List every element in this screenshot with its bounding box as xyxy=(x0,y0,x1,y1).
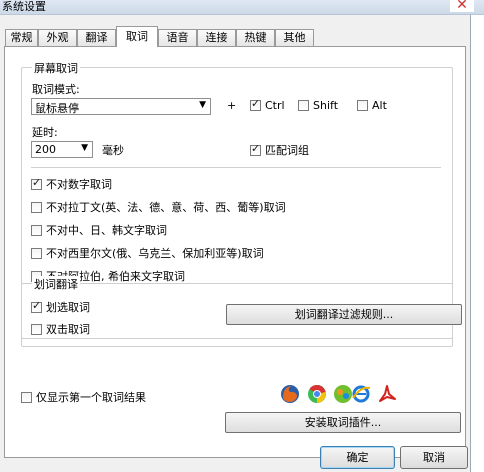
double-click-checkbox[interactable]: 双击取词 xyxy=(31,321,90,337)
tab-connection[interactable]: 连接 xyxy=(197,29,236,46)
screen-capture-group-title: 屏幕取词 xyxy=(32,60,80,76)
shift-label: Shift xyxy=(313,99,339,112)
dropdown-arrow-icon: ▼ xyxy=(81,143,88,153)
capture-mode-value: 鼠标悬停 xyxy=(35,102,79,115)
tab-voice[interactable]: 语音 xyxy=(158,29,197,46)
option-no-latin-box[interactable] xyxy=(31,202,42,213)
option-no-cjk-box[interactable] xyxy=(31,225,42,236)
tab-translate[interactable]: 翻译 xyxy=(77,29,116,46)
settings-dialog: 常规 外观 翻译 取词 语音 连接 热键 其他 屏幕取词 取词模式: 鼠标悬停 … xyxy=(0,15,471,472)
tab-word-capture[interactable]: 取词 xyxy=(116,26,158,47)
delay-unit: 毫秒 xyxy=(102,144,124,157)
first-result-only-label: 仅显示第一个取词结果 xyxy=(36,391,146,404)
install-plugin-button[interactable]: 安装取词插件... xyxy=(225,412,461,433)
selection-translate-group: 划词翻译 ✓ 划选取词 双击取词 划词翻译过滤规则... xyxy=(21,276,462,347)
delay-label: 延时: xyxy=(32,126,58,139)
check-mark-icon: ✓ xyxy=(32,299,42,312)
select-word-checkbox-box[interactable]: ✓ xyxy=(31,299,42,313)
tab-appearance[interactable]: 外观 xyxy=(38,29,77,46)
match-phrase-checkbox-box[interactable]: ✓ xyxy=(250,142,261,156)
chrome-icon xyxy=(308,384,326,403)
double-click-label: 双击取词 xyxy=(46,323,90,336)
tab-general[interactable]: 常规 xyxy=(5,29,38,46)
option-label: 不对拉丁文(英、法、德、意、荷、西、葡等)取词 xyxy=(46,201,286,214)
alt-checkbox-box[interactable] xyxy=(357,100,368,111)
option-no-cyrillic[interactable]: 不对西里尔文(俄、乌克兰、保加利亚等)取词 xyxy=(31,245,264,261)
check-mark-icon: ✓ xyxy=(251,142,261,155)
check-mark-icon: ✓ xyxy=(251,97,261,110)
select-word-checkbox[interactable]: ✓ 划选取词 xyxy=(31,299,90,315)
firefox-icon xyxy=(281,385,299,403)
ctrl-label: Ctrl xyxy=(265,99,285,112)
ctrl-checkbox[interactable]: ✓ Ctrl xyxy=(250,97,285,112)
ok-button[interactable]: 确定 xyxy=(320,446,395,469)
shift-checkbox[interactable]: Shift xyxy=(298,99,338,112)
option-no-latin[interactable]: 不对拉丁文(英、法、德、意、荷、西、葡等)取词 xyxy=(31,199,286,215)
option-no-cjk[interactable]: 不对中、日、韩文字取词 xyxy=(31,222,167,238)
delay-value: 200 xyxy=(35,143,56,156)
filter-rules-button[interactable]: 划词翻译过滤规则... xyxy=(226,304,462,325)
tab-hotkeys[interactable]: 热键 xyxy=(236,29,275,46)
shift-checkbox-box[interactable] xyxy=(298,100,309,111)
title-bar: 系统设置 ✕ xyxy=(0,0,484,15)
divider xyxy=(31,167,441,168)
first-result-only-checkbox[interactable]: 仅显示第一个取词结果 xyxy=(21,389,146,405)
option-no-digits-box[interactable]: ✓ xyxy=(31,176,42,190)
dropdown-arrow-icon: ▼ xyxy=(199,100,206,110)
option-label: 不对中、日、韩文字取词 xyxy=(46,224,167,237)
maxthon-icon xyxy=(334,385,352,403)
close-icon[interactable]: ✕ xyxy=(450,0,474,12)
cancel-button[interactable]: 取消 xyxy=(400,446,468,469)
plus-sign: + xyxy=(227,99,237,112)
capture-mode-select[interactable]: 鼠标悬停 ▼ xyxy=(31,98,211,115)
select-word-label: 划选取词 xyxy=(46,301,90,314)
option-no-digits[interactable]: ✓ 不对数字取词 xyxy=(31,176,112,192)
ie-icon xyxy=(352,385,371,403)
option-label: 不对西里尔文(俄、乌克兰、保加利亚等)取词 xyxy=(46,247,264,260)
selection-translate-group-title: 划词翻译 xyxy=(32,276,80,292)
match-phrase-label: 匹配词组 xyxy=(265,144,309,157)
word-capture-panel: 屏幕取词 取词模式: 鼠标悬停 ▼ + ✓ Ctrl Shift Alt 延时: … xyxy=(4,46,466,458)
option-label: 不对数字取词 xyxy=(46,178,112,191)
tab-other[interactable]: 其他 xyxy=(275,29,314,46)
ctrl-checkbox-box[interactable]: ✓ xyxy=(250,97,261,111)
match-phrase-checkbox[interactable]: ✓ 匹配词组 xyxy=(250,142,309,158)
first-result-only-checkbox-box[interactable] xyxy=(21,392,32,403)
double-click-checkbox-box[interactable] xyxy=(31,324,42,335)
delay-select[interactable]: 200 ▼ xyxy=(31,141,93,158)
check-mark-icon: ✓ xyxy=(32,176,42,189)
capture-mode-label: 取词模式: xyxy=(32,83,80,96)
option-no-cyrillic-box[interactable] xyxy=(31,248,42,259)
alt-label: Alt xyxy=(372,99,387,112)
alt-checkbox[interactable]: Alt xyxy=(357,99,387,112)
window-title: 系统设置 xyxy=(2,0,46,13)
acrobat-icon xyxy=(379,385,396,402)
